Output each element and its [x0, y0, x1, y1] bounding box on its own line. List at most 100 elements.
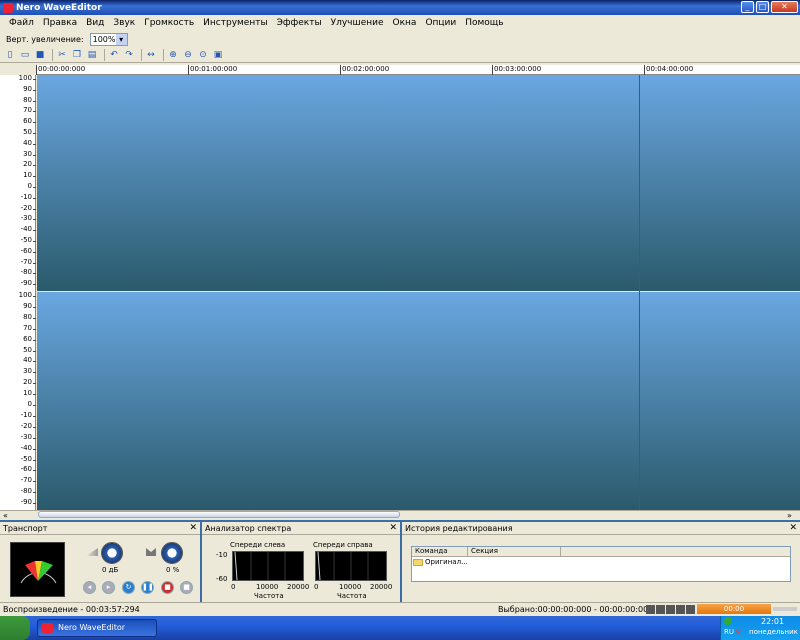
zoom-selection-icon[interactable]: ▣	[212, 49, 224, 61]
zoom-fit-icon[interactable]: ⊙	[197, 49, 209, 61]
amplitude-tick	[33, 317, 36, 319]
mini-transport	[646, 605, 695, 614]
amplitude-tick	[33, 154, 36, 156]
close-icon[interactable]: ✕	[189, 522, 197, 535]
menu-edit[interactable]: Правка	[43, 18, 77, 28]
menu-volume[interactable]: Громкость	[144, 18, 194, 28]
maximize-button[interactable]: □	[756, 1, 769, 13]
zoom-select[interactable]: 100% ▾	[89, 32, 128, 46]
select-all-icon[interactable]: ↔	[145, 49, 157, 61]
menu-sound[interactable]: Звук	[113, 18, 135, 28]
status-bar: Воспроизведение - 00:03:57:294 Выбрано:0…	[0, 602, 800, 616]
amplitude-label: -10	[20, 410, 32, 419]
time-ruler[interactable]: 00:00:00:000 00:01:00:000 00:02:00:000 0…	[36, 65, 800, 75]
mini-next-icon[interactable]	[686, 605, 695, 614]
amplitude-tick	[33, 187, 36, 188]
network-icon[interactable]	[724, 617, 732, 625]
mini-volume-slider[interactable]	[773, 607, 797, 611]
record-icon[interactable]: ■	[161, 581, 174, 594]
history-row[interactable]: Оригинал...	[413, 558, 468, 566]
spectrum-title: Анализатор спектра	[202, 522, 400, 535]
mini-stop-icon[interactable]	[676, 605, 685, 614]
amplitude-label: 20	[23, 378, 32, 387]
amplitude-tick	[33, 122, 36, 124]
amplitude-label: -10	[20, 192, 32, 201]
amplitude-tick	[33, 448, 36, 450]
amplitude-label: -30	[20, 432, 32, 441]
loop-icon[interactable]: ↻	[122, 581, 135, 594]
menu-file[interactable]: Файл	[9, 18, 34, 28]
spectrum-x-tick: 20000	[287, 583, 310, 591]
amplitude-tick	[33, 165, 36, 167]
taskbar-app-button[interactable]: Nero WaveEditor	[37, 619, 157, 637]
prev-icon[interactable]: ◂	[83, 581, 96, 594]
mini-prev-icon[interactable]	[646, 605, 655, 614]
paste-icon[interactable]: ▤	[86, 49, 98, 61]
minimize-button[interactable]: _	[741, 1, 754, 13]
amplitude-tick	[33, 89, 36, 91]
amplitude-tick	[33, 251, 36, 253]
undo-icon[interactable]: ↶	[108, 49, 120, 61]
amplitude-label: 60	[23, 117, 32, 126]
chevron-down-icon[interactable]: ▾	[115, 33, 127, 45]
toolbar-separator	[52, 48, 53, 61]
redo-icon[interactable]: ↷	[123, 49, 135, 61]
new-icon[interactable]: ▯	[4, 49, 16, 61]
pause-icon[interactable]: ❚❚	[141, 581, 154, 594]
cut-icon[interactable]: ✂	[56, 49, 68, 61]
volume-muted-icon[interactable]: ✕	[735, 628, 742, 637]
history-title: История редактирования	[402, 522, 800, 535]
amplitude-tick	[33, 503, 36, 505]
amplitude-tick	[33, 230, 36, 232]
scroll-left-icon[interactable]: «	[3, 511, 8, 520]
amplitude-tick	[33, 339, 36, 341]
close-icon[interactable]: ✕	[789, 522, 797, 535]
save-icon[interactable]: ■	[34, 49, 46, 61]
amplitude-label: 10	[23, 389, 32, 398]
menu-help[interactable]: Помощь	[465, 18, 503, 28]
amplitude-label: 0	[27, 182, 32, 190]
volume-knob[interactable]	[101, 542, 123, 564]
playback-cursor[interactable]	[639, 75, 640, 510]
language-indicator[interactable]: RU	[724, 628, 734, 636]
left-channel-waveform[interactable]	[37, 75, 800, 291]
scrollbar-thumb[interactable]	[38, 511, 400, 518]
menu-options[interactable]: Опции	[425, 18, 456, 28]
zoom-out-icon[interactable]: ⊖	[182, 49, 194, 61]
amplitude-tick	[33, 208, 36, 210]
level-meter	[10, 542, 65, 597]
amplitude-tick	[33, 492, 36, 494]
ruler-label: 00:04:00:000	[646, 65, 694, 73]
spectrum-x-tick: 0	[231, 583, 236, 591]
speed-knob[interactable]	[161, 542, 183, 564]
selection-status: Выбрано:00:00:00:000 - 00:00:00:000	[498, 605, 654, 614]
amplitude-label: 30	[23, 149, 32, 158]
mini-pause-icon[interactable]	[666, 605, 675, 614]
menu-windows[interactable]: Окна	[393, 18, 417, 28]
menu-enhance[interactable]: Улучшение	[331, 18, 384, 28]
start-button[interactable]	[0, 616, 30, 640]
column-header-command[interactable]: Команда	[415, 547, 448, 555]
next-icon[interactable]: ▸	[102, 581, 115, 594]
menu-view[interactable]: Вид	[86, 18, 104, 28]
stop-icon[interactable]: ■	[180, 581, 193, 594]
zoom-bar: Верт. увеличение: 100% ▾	[0, 31, 800, 47]
folder-icon	[413, 558, 423, 566]
scroll-right-icon[interactable]: »	[787, 511, 792, 520]
mini-play-icon[interactable]	[656, 605, 665, 614]
copy-icon[interactable]: ❐	[71, 49, 83, 61]
clock-time: 22:01	[761, 617, 785, 626]
ruler-label: 00:02:00:000	[342, 65, 390, 73]
ruler-label: 00:00:00:000	[38, 65, 86, 73]
amplitude-label: 80	[23, 95, 32, 104]
right-channel-waveform[interactable]	[37, 292, 800, 510]
close-icon[interactable]: ✕	[389, 522, 397, 535]
spectrum-x-label: Частота	[337, 592, 367, 600]
volume-value: 0 дБ	[102, 566, 119, 574]
open-icon[interactable]: ▭	[19, 49, 31, 61]
column-header-section[interactable]: Секция	[467, 547, 498, 557]
zoom-in-icon[interactable]: ⊕	[167, 49, 179, 61]
menu-tools[interactable]: Инструменты	[203, 18, 267, 28]
menu-effects[interactable]: Эффекты	[277, 18, 322, 28]
close-button[interactable]: ✕	[771, 1, 798, 13]
